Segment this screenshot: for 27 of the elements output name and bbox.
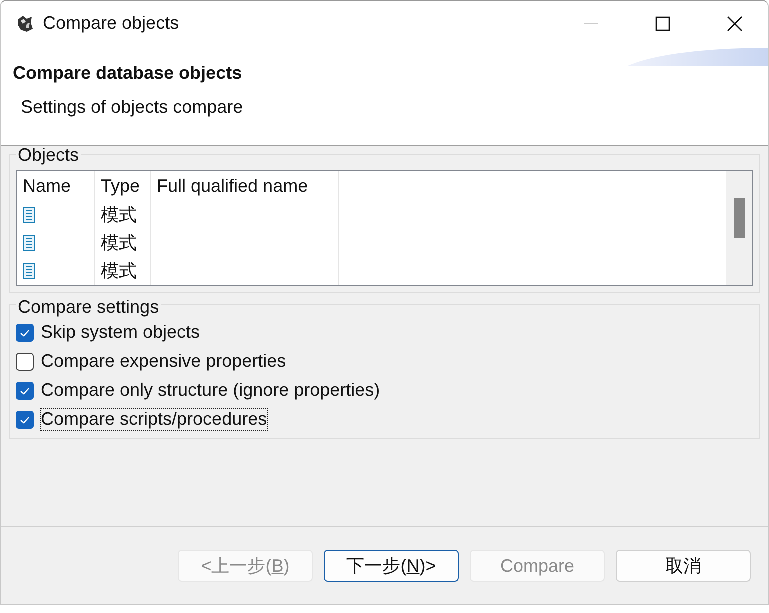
app-icon — [15, 14, 35, 34]
dialog-button[interactable]: 下一步(N)> — [324, 550, 459, 582]
scrollbar[interactable] — [726, 171, 752, 285]
table-icon — [23, 207, 35, 223]
window-title: Compare objects — [43, 13, 180, 34]
checkbox-label[interactable]: Compare only structure (ignore properties) — [40, 379, 382, 402]
checkbox-label[interactable]: Skip system objects — [40, 321, 202, 344]
column-header[interactable]: Type — [95, 171, 151, 201]
group-label: Objects — [16, 145, 82, 166]
checkbox[interactable] — [16, 324, 34, 342]
table-cell: 模式 — [95, 257, 151, 285]
table-icon — [23, 235, 35, 251]
checkbox-label[interactable]: Compare scripts/procedures — [40, 408, 268, 431]
column-header[interactable]: Name — [17, 171, 95, 201]
checkbox[interactable] — [16, 410, 34, 428]
checkbox-label[interactable]: Compare expensive properties — [40, 350, 288, 373]
page-title: Compare database objects — [13, 63, 242, 84]
checkbox[interactable] — [16, 352, 34, 370]
scroll-thumb[interactable] — [734, 198, 745, 238]
group-label: Compare settings — [16, 297, 162, 318]
checkbox[interactable] — [16, 382, 34, 400]
table-icon — [23, 263, 35, 279]
table-cell: 模式 — [95, 201, 151, 229]
dialog-button[interactable]: 取消 — [616, 550, 751, 582]
table-cell: 模式 — [95, 229, 151, 257]
column-header[interactable]: Full qualified name — [151, 171, 339, 201]
page-subtitle: Settings of objects compare — [21, 97, 244, 118]
